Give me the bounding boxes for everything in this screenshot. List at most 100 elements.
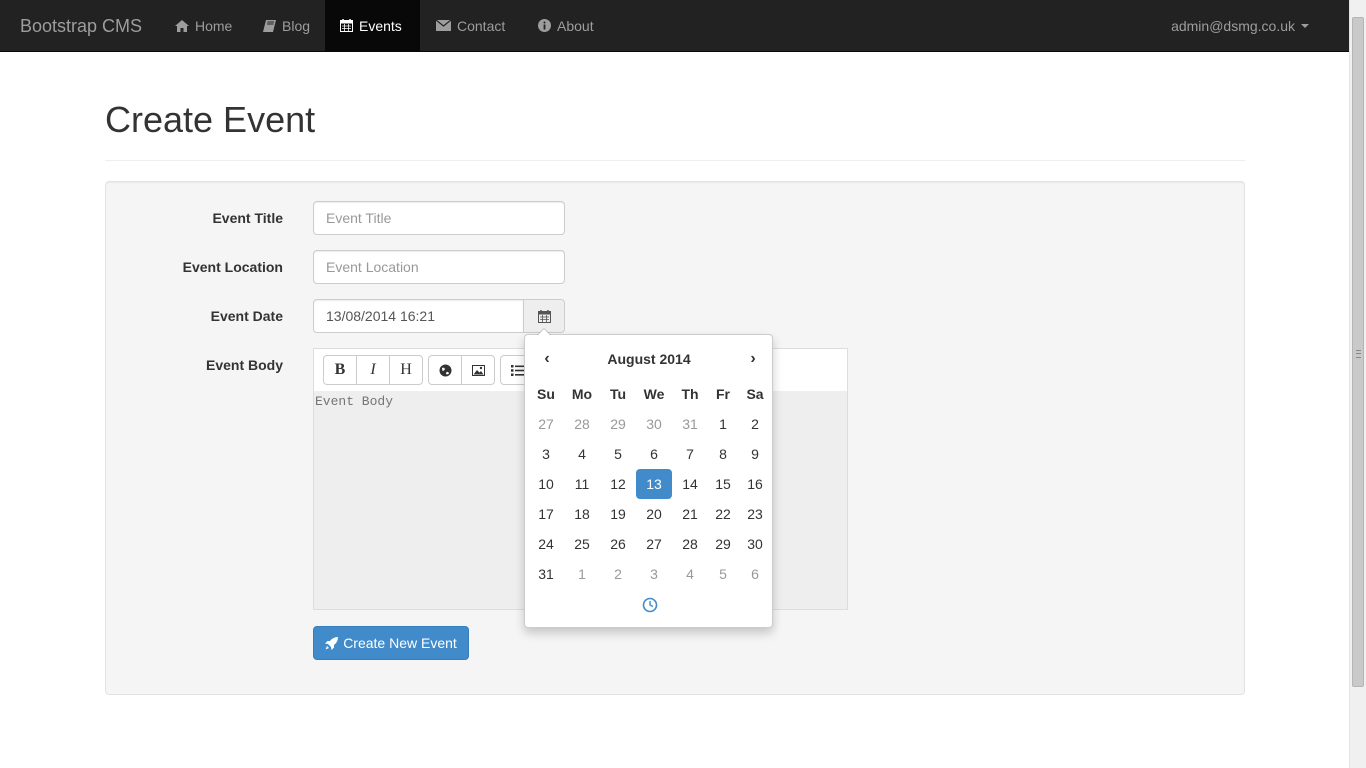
datepicker-popup: ‹ August 2014 › Su Mo Tu We Th Fr Sa 27 28 29 30 31… [524,328,773,628]
calendar-day[interactable]: 23 [737,499,773,529]
calendar-day[interactable]: 2 [600,559,636,589]
event-location-input[interactable] [313,250,565,284]
brand-link[interactable]: Bootstrap CMS [20,0,142,52]
heading-button[interactable]: H [389,355,423,385]
event-location-label: Event Location [182,259,283,275]
month-title[interactable]: August 2014 [565,347,733,371]
calendar-day[interactable]: 27 [636,529,672,559]
calendar-day[interactable]: 8 [705,439,741,469]
italic-label: I [370,361,376,378]
calendar-day[interactable]: 29 [600,409,636,439]
calendar-day[interactable]: 30 [737,529,773,559]
calendar-day[interactable]: 17 [528,499,564,529]
nav-item-contact[interactable]: Contact [421,0,520,51]
user-email: admin@dsmg.co.uk [1171,18,1295,34]
calendar-day[interactable]: 1 [564,559,600,589]
nav-item-events[interactable]: Events [325,0,420,51]
globe-icon [439,364,451,376]
nav-item-label: Blog [282,17,311,34]
calendar-day[interactable]: 26 [600,529,636,559]
calendar-day[interactable]: 30 [636,409,672,439]
calendar-day[interactable]: 4 [564,439,600,469]
page-scrollbar[interactable] [1349,0,1366,768]
list-icon [510,364,524,376]
nav-item-blog[interactable]: Blog [248,0,325,51]
calendar-day[interactable]: 22 [705,499,741,529]
calendar-day[interactable]: 12 [600,469,636,499]
calendar-day[interactable]: 9 [737,439,773,469]
weekday-header: Sa [746,386,764,402]
page-title: Create Event [105,99,316,140]
weekday-header: Su [537,386,555,402]
calendar-day[interactable]: 4 [672,559,708,589]
caret-down-icon [1301,24,1309,28]
clock-icon [642,597,658,613]
event-title-input[interactable] [313,201,565,235]
calendar-day[interactable]: 28 [564,409,600,439]
calendar-day[interactable]: 31 [528,559,564,589]
event-date-label: Event Date [210,308,283,324]
next-month-button[interactable]: › [738,347,768,371]
calendar-day[interactable]: 28 [672,529,708,559]
nav-item-label: Contact [457,17,506,34]
rocket-icon [325,636,339,650]
calendar-day[interactable]: 18 [564,499,600,529]
picture-icon [471,364,485,376]
calendar-icon [537,309,551,323]
create-event-button[interactable]: Create New Event [313,626,469,660]
calendar-day[interactable]: 5 [600,439,636,469]
nav-item-about[interactable]: About [523,0,609,51]
calendar-day[interactable]: 1 [705,409,741,439]
book-icon [263,19,276,32]
calendar-day[interactable]: 27 [528,409,564,439]
scrollbar-thumb[interactable] [1352,17,1364,687]
calendar-day[interactable]: 14 [672,469,708,499]
calendar-day[interactable]: 16 [737,469,773,499]
create-event-label: Create New Event [343,635,457,651]
bold-button[interactable]: B [323,355,357,385]
calendar-day[interactable]: 5 [705,559,741,589]
link-button[interactable] [428,355,462,385]
envelope-icon [436,20,451,31]
calendar-day[interactable]: 11 [564,469,600,499]
weekday-header: Fr [716,386,730,402]
calendar-day[interactable]: 31 [672,409,708,439]
calendar-day[interactable]: 19 [600,499,636,529]
prev-month-button[interactable]: ‹ [532,347,562,371]
calendar-day[interactable]: 15 [705,469,741,499]
calendar-day[interactable]: 7 [672,439,708,469]
calendar-icon [340,19,353,32]
calendar-day[interactable]: 20 [636,499,672,529]
nav-item-label: Home [195,17,233,34]
calendar-day[interactable]: 29 [705,529,741,559]
time-toggle-button[interactable] [642,597,658,613]
calendar-day[interactable]: 6 [737,559,773,589]
info-icon [538,19,551,32]
calendar-day[interactable]: 24 [528,529,564,559]
scrollbar-grip-icon [1356,350,1361,358]
nav-item-label: Events [359,17,402,34]
weekday-header: Th [681,386,699,402]
calendar-day[interactable]: 3 [636,559,672,589]
event-title-label: Event Title [212,210,283,226]
calendar-day[interactable]: 10 [528,469,564,499]
italic-button[interactable]: I [356,355,390,385]
image-button[interactable] [461,355,495,385]
top-navbar: Bootstrap CMS Home Blog Events Contact A… [0,0,1349,52]
nav-item-label: About [557,17,594,34]
calendar-day[interactable]: 6 [636,439,672,469]
calendar-day[interactable]: 25 [564,529,600,559]
selected-day[interactable]: 13 [636,469,672,499]
event-date-input[interactable] [313,299,524,333]
weekday-header: We [643,386,665,402]
calendar-day[interactable]: 2 [737,409,773,439]
datepicker-pointer [537,328,551,335]
bold-label: B [334,361,346,378]
weekday-header: Tu [609,386,627,402]
heading-label: H [400,361,412,378]
calendar-day[interactable]: 3 [528,439,564,469]
weekday-header: Mo [571,386,593,402]
calendar-day[interactable]: 21 [672,499,708,529]
user-menu-dropdown[interactable]: admin@dsmg.co.uk [1171,0,1309,52]
nav-item-home[interactable]: Home [160,0,247,51]
